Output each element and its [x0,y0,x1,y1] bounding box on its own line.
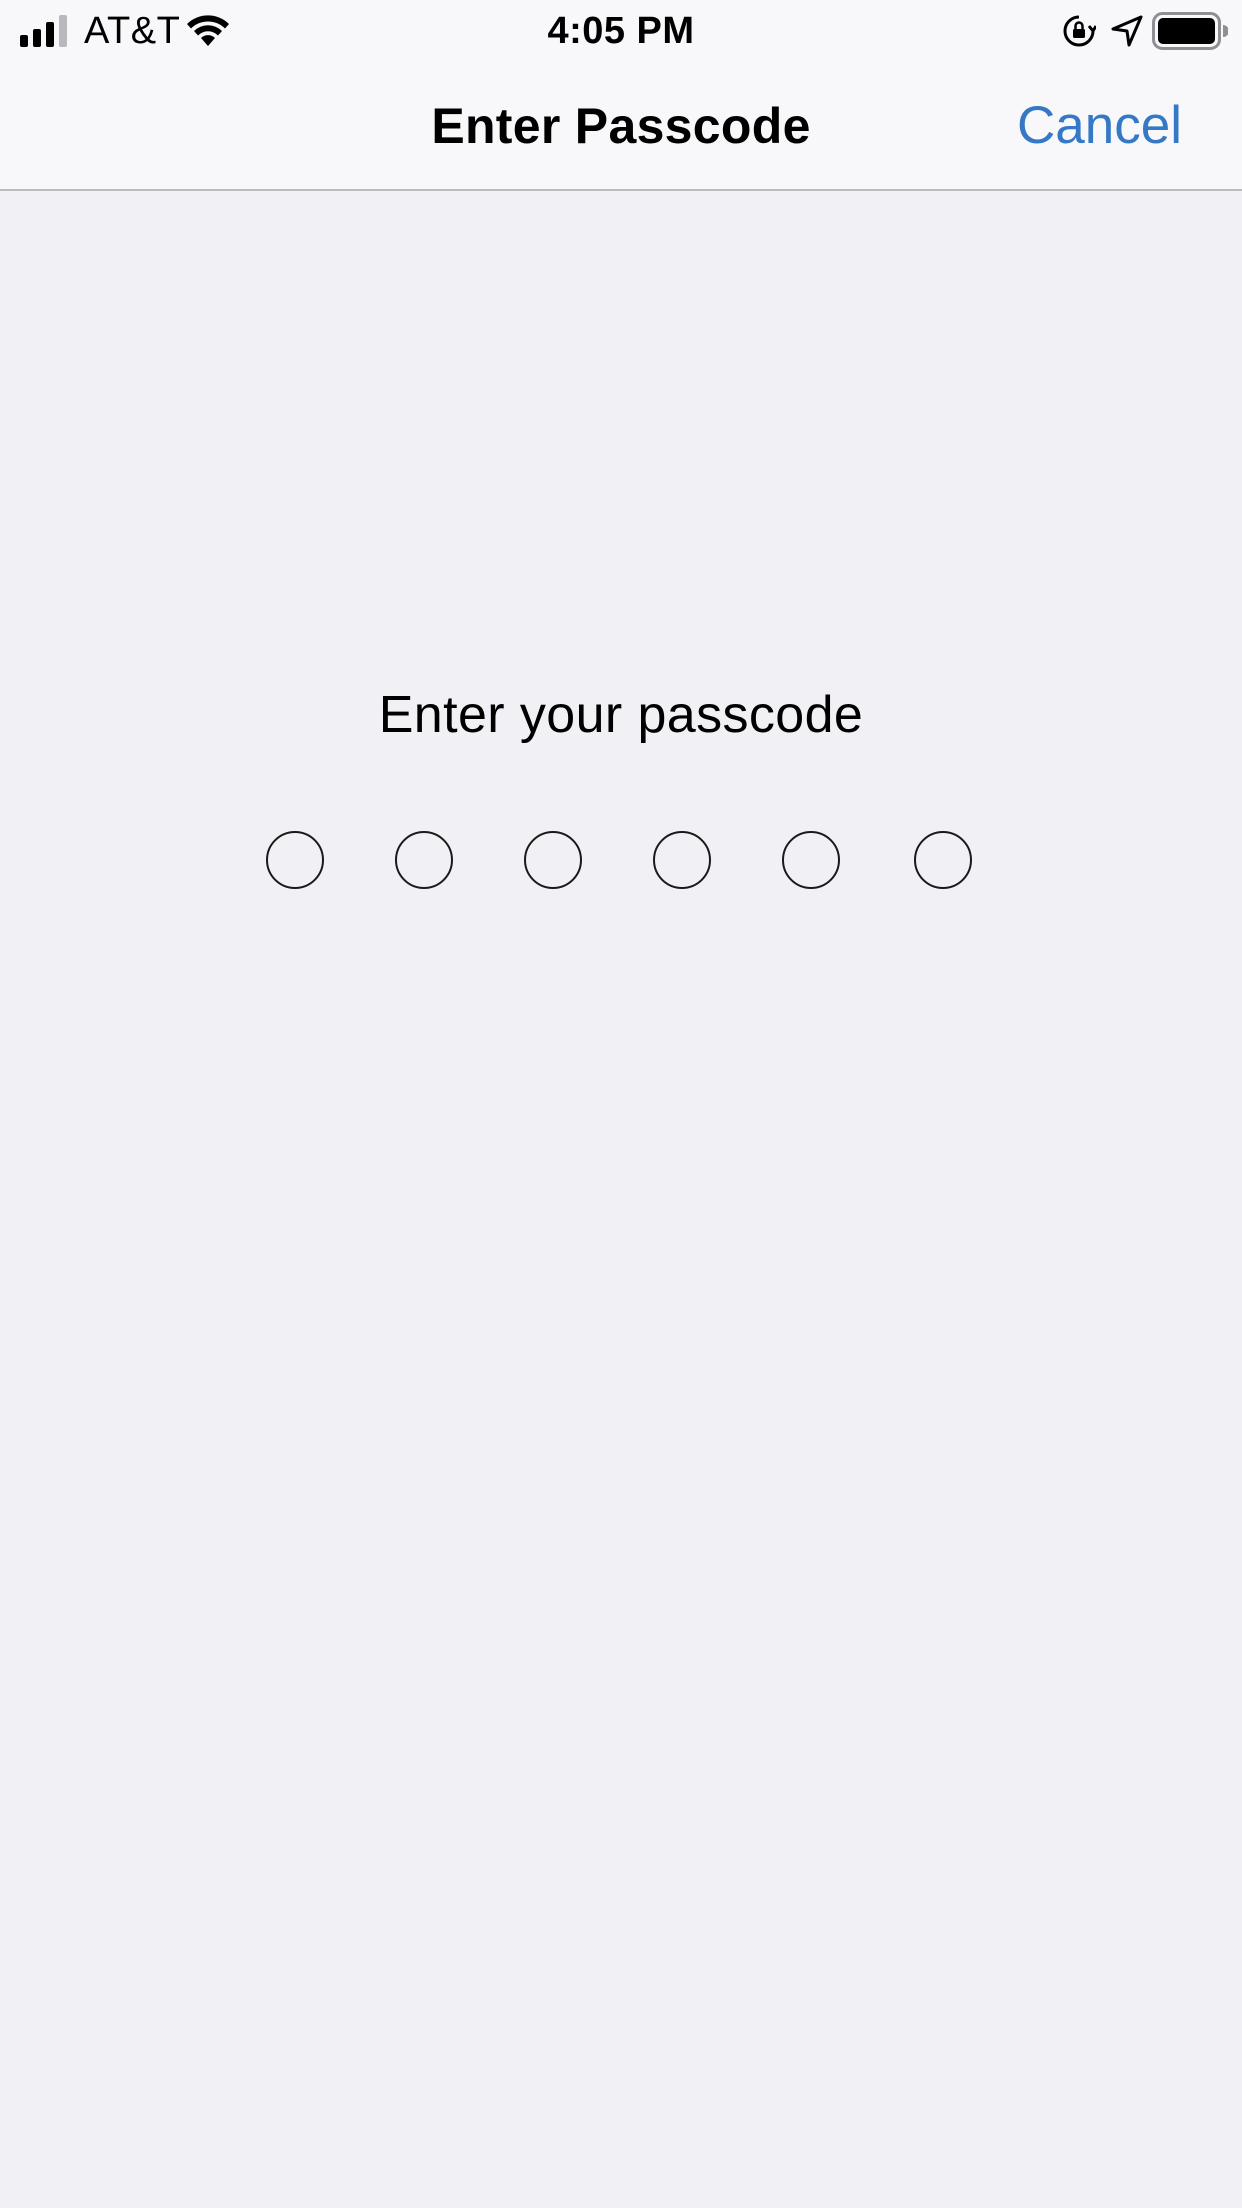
battery-icon [1152,12,1228,50]
passcode-prompt: Enter your passcode [378,686,864,744]
status-time: 4:05 PM [547,10,695,52]
top-bar: AT&T 4:05 PM Enter Passcode Cancel [0,0,1242,191]
cancel-button[interactable]: Cancel [1017,94,1182,158]
rotation-lock-icon [1063,15,1096,47]
location-arrow-icon [1111,15,1143,47]
status-bar: AT&T 4:05 PM [0,0,1242,62]
